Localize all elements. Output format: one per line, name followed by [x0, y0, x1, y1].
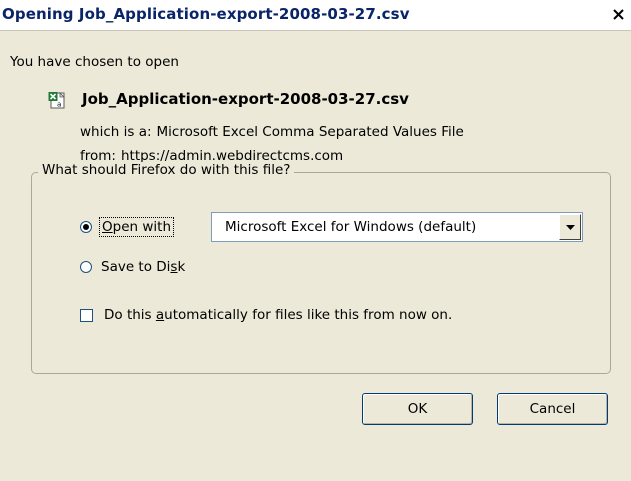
file-name: Job_Application-export-2008-03-27.csv	[82, 90, 409, 108]
open-with-radio-option[interactable]: Open with	[80, 217, 175, 237]
svg-text:a: a	[57, 101, 61, 109]
file-type-value: Microsoft Excel Comma Separated Values F…	[156, 124, 464, 140]
file-type-label: which is a:	[80, 124, 152, 140]
save-to-disk-label[interactable]: Save to Disk	[101, 259, 185, 275]
title-bar[interactable]: Opening Job_Application-export-2008-03-2…	[0, 0, 631, 31]
application-select[interactable]: Microsoft Excel for Windows (default)	[211, 212, 583, 242]
close-icon	[612, 9, 624, 20]
save-to-disk-radio-option[interactable]: Save to Disk	[80, 259, 185, 275]
auto-action-checkbox[interactable]	[80, 308, 93, 322]
cancel-button-label: Cancel	[529, 401, 576, 417]
open-with-radio[interactable]	[80, 221, 92, 233]
ok-button[interactable]: OK	[362, 393, 473, 425]
close-button[interactable]	[609, 6, 627, 23]
window-title: Opening Job_Application-export-2008-03-2…	[2, 5, 410, 23]
save-to-disk-radio[interactable]	[80, 261, 92, 273]
action-groupbox-legend: What should Firefox do with this file?	[38, 162, 295, 178]
file-type-row: which is a: Microsoft Excel Comma Separat…	[80, 124, 464, 140]
application-select-dropdown-button[interactable]	[559, 214, 581, 240]
auto-action-checkbox-option[interactable]: Do this automatically for files like thi…	[80, 307, 452, 323]
ok-button-label: OK	[407, 401, 428, 417]
chevron-down-icon	[565, 224, 575, 230]
excel-csv-icon: a	[48, 92, 65, 109]
prompt-text: You have chosen to open	[10, 54, 179, 70]
auto-action-label[interactable]: Do this automatically for files like thi…	[104, 307, 452, 323]
cancel-button[interactable]: Cancel	[497, 393, 608, 425]
application-select-value: Microsoft Excel for Windows (default)	[225, 219, 477, 235]
open-with-label[interactable]: Open with	[98, 217, 175, 237]
